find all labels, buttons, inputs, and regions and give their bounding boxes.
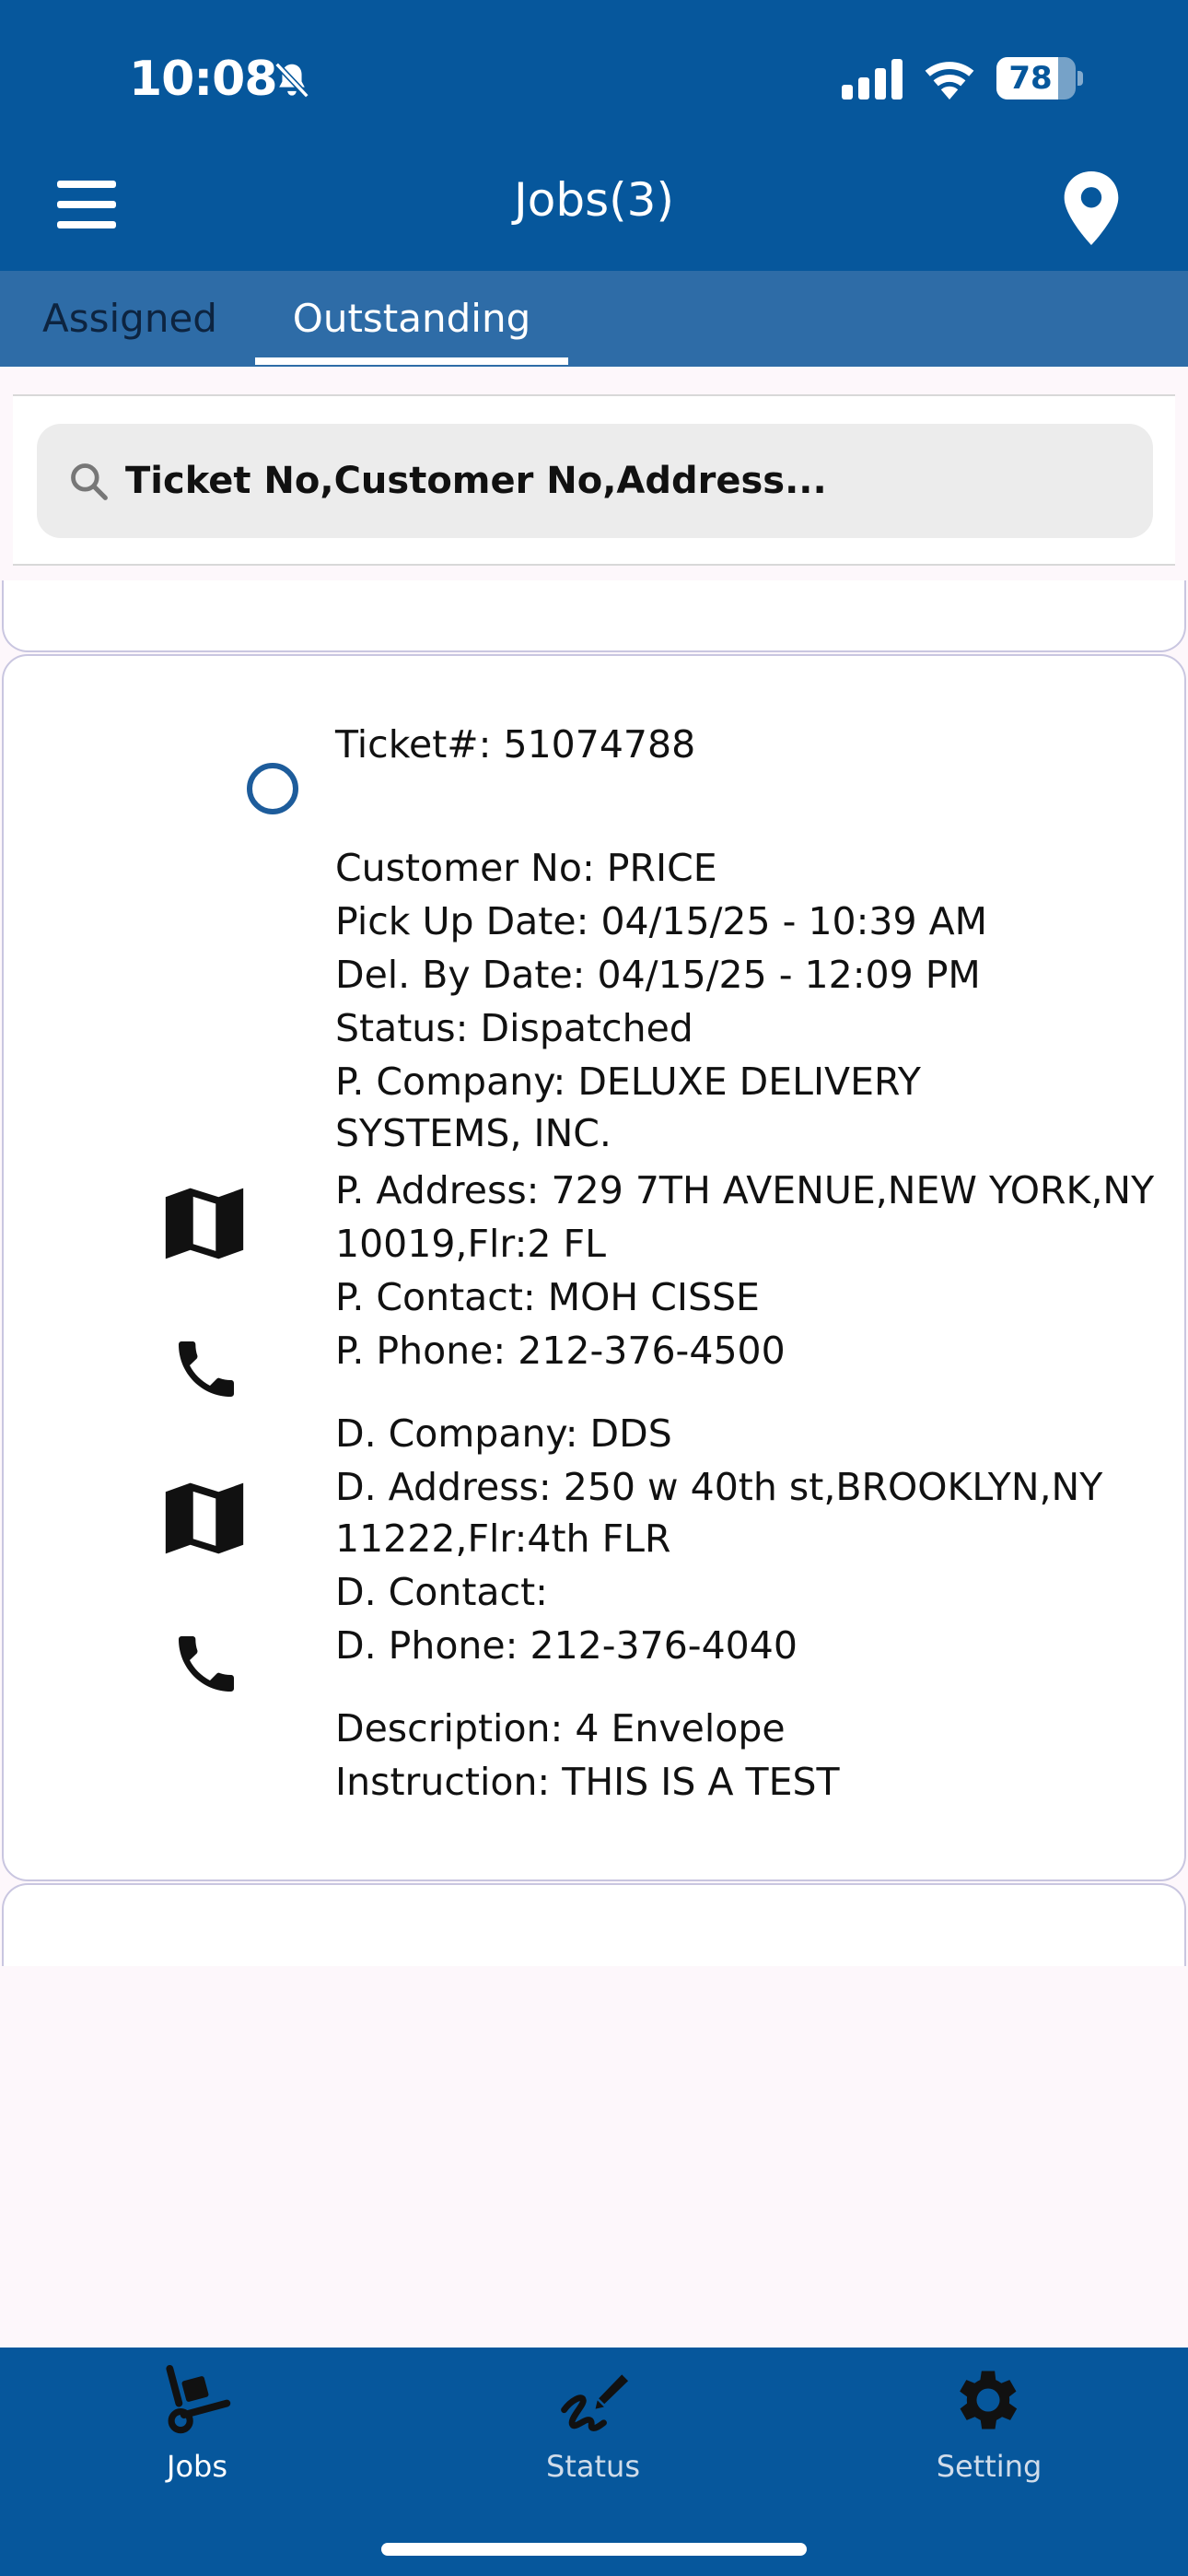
job-instruction: Instruction: THIS IS A TEST <box>335 1760 840 1804</box>
search-icon <box>71 463 108 500</box>
pickup-address-line2: 10019,Flr:2 FL <box>335 1222 606 1266</box>
active-tab-indicator <box>255 357 568 365</box>
nav-jobs-label: Jobs <box>167 2449 227 2484</box>
signature-icon <box>561 2374 629 2431</box>
ticket-number: Ticket#: 51074788 <box>335 722 696 767</box>
job-card-previous[interactable] <box>2 580 1186 652</box>
customer-no: Customer No: PRICE <box>335 846 717 890</box>
pickup-address-line1: P. Address: 729 7TH AVENUE,NEW YORK,NY <box>335 1168 1155 1212</box>
pickup-date: Pick Up Date: 04/15/25 - 10:39 AM <box>335 899 988 943</box>
gear-icon <box>960 2371 1018 2430</box>
home-indicator[interactable] <box>381 2543 807 2556</box>
bell-muted-icon <box>274 62 309 99</box>
pickup-map-icon[interactable] <box>162 1181 247 1266</box>
status-time: 10:08 <box>129 52 278 107</box>
delivery-company: D. Company: DDS <box>335 1411 672 1456</box>
cellular-signal-icon <box>842 59 903 100</box>
delivery-by-date: Del. By Date: 04/15/25 - 12:09 PM <box>335 953 981 997</box>
status-bar: 10:08 78 <box>0 0 1188 157</box>
job-card-next[interactable] <box>2 1883 1186 1966</box>
tab-assigned[interactable]: Assigned <box>42 271 217 367</box>
hand-truck-icon <box>166 2365 231 2434</box>
wifi-icon <box>925 62 974 100</box>
delivery-phone[interactable]: D. Phone: 212-376-4040 <box>335 1623 798 1668</box>
select-job-radio[interactable] <box>247 763 298 814</box>
search-input[interactable]: Ticket No,Customer No,Address... <box>125 424 1120 538</box>
tab-outstanding[interactable]: Outstanding <box>255 271 568 367</box>
pickup-company-line2: SYSTEMS, INC. <box>335 1111 611 1155</box>
delivery-phone-icon[interactable] <box>169 1627 243 1701</box>
nav-setting-label: Setting <box>936 2449 1042 2484</box>
tab-bar: Assigned Outstanding <box>0 271 1188 367</box>
battery-nub <box>1077 71 1083 86</box>
delivery-contact: D. Contact: <box>335 1570 548 1614</box>
battery-percent: 78 <box>1008 60 1053 97</box>
search-bar-container: Ticket No,Customer No,Address... <box>13 394 1175 566</box>
search-box[interactable]: Ticket No,Customer No,Address... <box>37 424 1153 538</box>
pickup-phone[interactable]: P. Phone: 212-376-4500 <box>335 1329 786 1373</box>
nav-setting[interactable]: Setting <box>851 2348 1127 2495</box>
location-pin-icon[interactable] <box>1061 171 1122 245</box>
pickup-contact: P. Contact: MOH CISSE <box>335 1275 760 1319</box>
page-title: Jobs(3) <box>514 173 674 227</box>
job-card[interactable]: Ticket#: 51074788 Customer No: PRICE Pic… <box>2 654 1186 1881</box>
nav-status[interactable]: Status <box>455 2348 731 2495</box>
pickup-company-line1: P. Company: DELUXE DELIVERY <box>335 1060 921 1104</box>
pickup-phone-icon[interactable] <box>169 1332 243 1406</box>
delivery-map-icon[interactable] <box>162 1476 247 1561</box>
delivery-address-line2: 11222,Flr:4th FLR <box>335 1516 671 1561</box>
nav-jobs[interactable]: Jobs <box>59 2348 335 2495</box>
job-status: Status: Dispatched <box>335 1006 693 1050</box>
bottom-navigation: Jobs Status Setting <box>0 2348 1188 2576</box>
delivery-address-line1: D. Address: 250 w 40th st,BROOKLYN,NY <box>335 1465 1103 1509</box>
nav-status-label: Status <box>546 2449 640 2484</box>
job-description: Description: 4 Envelope <box>335 1706 786 1751</box>
battery-indicator: 78 <box>996 57 1083 100</box>
app-header: 10:08 78 Jobs(3) <box>0 0 1188 271</box>
